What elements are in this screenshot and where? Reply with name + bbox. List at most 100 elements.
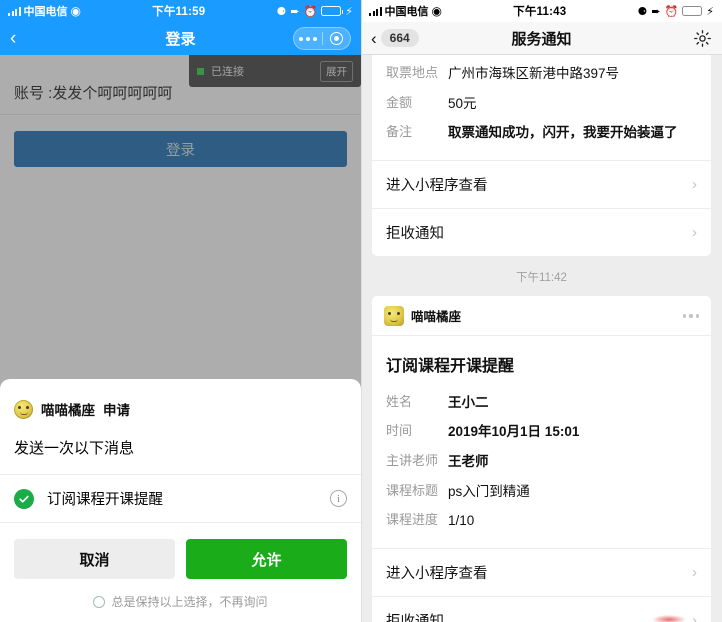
wechat-capsule-bar[interactable]	[293, 27, 351, 50]
right-nav-bar: ‹ 664 服务通知	[361, 22, 722, 55]
detail-row: 取票地点 广州市海珠区新港中路397号	[386, 59, 697, 89]
detail-key: 主讲老师	[386, 452, 439, 468]
back-button[interactable]: ‹	[10, 29, 38, 48]
allow-button[interactable]: 允许	[186, 539, 347, 579]
left-nav-bar: ‹ 登录	[0, 22, 361, 55]
navigation-arrow-icon: ➨	[290, 5, 300, 18]
detail-value: 50元	[448, 95, 477, 111]
detail-row: 课程标题 ps入门到精通	[386, 477, 697, 507]
link-label: 进入小程序查看	[386, 177, 488, 194]
left-status-right: ⚈ ➨ ⏰ ⚡	[276, 5, 353, 18]
left-status-bar: 中国电信 ◉ 下午11:59 ⚈ ➨ ⏰ ⚡	[0, 0, 361, 22]
sheet-app-name: 喵喵橘座	[41, 403, 95, 418]
chevron-right-icon: ›	[692, 563, 697, 581]
card-app-name: 喵喵橘座	[411, 310, 462, 325]
navigation-arrow-icon: ➨	[651, 5, 661, 18]
sheet-action-word: 申请	[103, 403, 130, 418]
detail-key: 时间	[386, 423, 413, 439]
right-status-bar: 中国电信 ◉ 下午11:43 ⚈ ➨ ⏰ ⚡	[361, 0, 722, 22]
detail-key: 课程标题	[386, 482, 439, 498]
left-page-body: 已连接 展开 账号 :发发个呵呵呵呵呵 登录 喵喵橘座 申请 发送一次以下消息	[0, 55, 361, 622]
wifi-icon: ◉	[70, 4, 81, 18]
always-remember-row[interactable]: 总是保持以上选择，不再询问	[0, 579, 361, 614]
detail-row: 金额 50元	[386, 89, 697, 119]
carrier-name: 中国电信	[23, 6, 68, 18]
detail-row: 时间 2019年10月1日 15:01	[386, 417, 697, 447]
alarm-clock-icon: ⏰	[303, 5, 318, 18]
reject-notification-link[interactable]: 拒收通知 ›	[372, 207, 711, 256]
open-miniprogram-link[interactable]: 进入小程序查看 ›	[372, 547, 711, 596]
notification-card-top: 取票地点 广州市海珠区新港中路397号 金额 50元 备注 取票通知成功，闪开，…	[372, 55, 711, 256]
detail-value: 王老师	[448, 453, 489, 469]
more-dots-icon[interactable]	[294, 36, 322, 41]
link-label: 拒收通知	[386, 613, 444, 622]
gear-icon[interactable]	[693, 29, 712, 48]
top-card-detail-list: 取票地点 广州市海珠区新港中路397号 金额 50元 备注 取票通知成功，闪开，…	[372, 55, 711, 160]
back-button[interactable]: ‹	[371, 30, 377, 47]
detail-row: 姓名 王小二	[386, 388, 697, 418]
link-label: 进入小程序查看	[386, 565, 488, 582]
always-remember-label: 总是保持以上选择，不再询问	[111, 595, 268, 609]
sheet-button-row: 取消 允许	[0, 523, 361, 579]
target-circle-icon[interactable]	[323, 32, 351, 45]
wifi-icon: ◉	[431, 4, 442, 18]
message-timestamp: 下午11:42	[516, 271, 567, 284]
more-dots-icon[interactable]	[682, 314, 699, 318]
detail-key: 姓名	[386, 393, 413, 409]
card-title: 订阅课程开课提醒	[386, 357, 515, 375]
carrier-name: 中国电信	[384, 6, 429, 18]
detail-value: 1/10	[448, 513, 475, 529]
check-circle-icon[interactable]	[14, 488, 34, 509]
left-phone-panel: 中国电信 ◉ 下午11:59 ⚈ ➨ ⏰ ⚡ ‹ 登录 已连接 展开 账号:发…	[0, 0, 361, 622]
location-at-icon: ⚈	[637, 5, 648, 18]
detail-key: 备注	[386, 124, 413, 140]
charging-bolt-icon: ⚡	[345, 5, 353, 18]
permission-bottom-sheet: 喵喵橘座 申请 发送一次以下消息 订阅课程开课提醒 i 取消 允许 总是保持以上…	[0, 379, 361, 622]
detail-value: ps入门到精通	[448, 483, 530, 499]
signal-bars-icon	[8, 6, 21, 16]
detail-key: 取票地点	[386, 65, 439, 80]
battery-icon	[321, 6, 344, 16]
chevron-right-icon: ›	[692, 611, 697, 622]
chevron-right-icon: ›	[692, 175, 697, 193]
bottom-card-detail-list: 姓名 王小二 时间 2019年10月1日 15:01 主讲老师 王老师 课程标题…	[372, 384, 711, 548]
right-status-left: 中国电信 ◉	[369, 3, 442, 19]
panel-divider	[361, 0, 362, 622]
link-label: 拒收通知	[386, 225, 444, 242]
battery-icon	[682, 6, 705, 16]
notification-feed[interactable]: 取票地点 广州市海珠区新港中路397号 金额 50元 备注 取票通知成功，闪开，…	[361, 55, 722, 622]
bottom-card-header: 喵喵橘座	[372, 296, 711, 336]
app-avatar-icon	[14, 399, 33, 419]
sheet-app-row: 喵喵橘座 申请	[0, 379, 361, 419]
detail-row: 主讲老师 王老师	[386, 447, 697, 477]
detail-value: 2019年10月1日 15:01	[448, 424, 580, 440]
info-icon[interactable]: i	[330, 490, 347, 507]
detail-key: 课程进度	[386, 512, 439, 528]
open-miniprogram-link[interactable]: 进入小程序查看 ›	[372, 159, 711, 208]
detail-value: 王小二	[448, 394, 489, 410]
notification-card-bottom: 喵喵橘座 订阅课程开课提醒 姓名 王小二 时间 2019年10月1日 15:01…	[372, 295, 711, 622]
signal-bars-icon	[369, 6, 382, 16]
unread-count-badge[interactable]: 664	[380, 29, 419, 47]
right-status-right: ⚈ ➨ ⏰ ⚡	[637, 5, 714, 18]
reject-notification-link[interactable]: 拒收通知 ›	[372, 595, 711, 622]
cancel-button[interactable]: 取消	[14, 539, 175, 579]
alarm-clock-icon: ⏰	[664, 5, 679, 18]
detail-row: 备注 取票通知成功，闪开，我要开始装逼了	[386, 118, 697, 148]
detail-key: 金额	[386, 94, 413, 110]
detail-row: 课程进度 1/10	[386, 506, 697, 536]
charging-bolt-icon: ⚡	[706, 5, 714, 18]
sheet-subtitle: 发送一次以下消息	[14, 440, 135, 457]
right-phone-panel: 中国电信 ◉ 下午11:43 ⚈ ➨ ⏰ ⚡ ‹ 664 服务通知 取票地点 广…	[361, 0, 722, 622]
radio-unchecked-icon[interactable]	[93, 595, 106, 608]
status-time: 下午11:59	[152, 6, 206, 18]
app-avatar-icon	[384, 305, 404, 326]
dual-phone-screenshot: 中国电信 ◉ 下午11:59 ⚈ ➨ ⏰ ⚡ ‹ 登录 已连接 展开 账号:发…	[0, 0, 722, 622]
left-status-left: 中国电信 ◉	[8, 3, 81, 19]
subscribe-message-item[interactable]: 订阅课程开课提醒 i	[0, 474, 361, 523]
chevron-right-icon: ›	[692, 223, 697, 241]
status-time: 下午11:43	[513, 6, 567, 18]
subscribe-item-label: 订阅课程开课提醒	[47, 492, 163, 508]
location-at-icon: ⚈	[276, 5, 287, 18]
detail-value: 取票通知成功，闪开，我要开始装逼了	[448, 125, 678, 141]
